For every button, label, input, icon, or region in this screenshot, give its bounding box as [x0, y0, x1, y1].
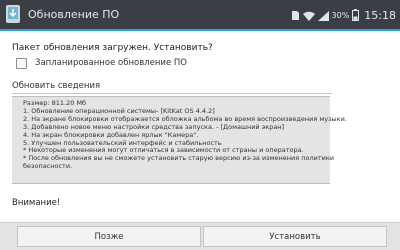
install-button[interactable]: Установить: [203, 226, 387, 247]
section-divider: [12, 93, 332, 94]
signal-icon: [317, 6, 329, 25]
title-bar: Обновление ПО 30% 15:18: [0, 0, 400, 31]
status-bar: 30% 15:18: [291, 7, 396, 23]
scheduled-update-label[interactable]: Запланированное обновление ПО: [35, 58, 187, 68]
status-clock: 15:18: [364, 8, 396, 22]
later-button[interactable]: Позже: [17, 226, 201, 247]
button-bar: Позже Установить: [0, 222, 400, 250]
update-details-title: Обновить сведения: [12, 81, 101, 91]
install-prompt: Пакет обновления загружен. Установить?: [12, 43, 213, 53]
software-update-icon: [4, 4, 22, 24]
warning-label: Внимание!: [12, 198, 61, 208]
battery-percent: 30%: [331, 10, 350, 20]
scheduled-update-checkbox[interactable]: [16, 57, 27, 69]
scheduled-update-option[interactable]: Запланированное обновление ПО: [16, 56, 187, 70]
wifi-icon: [302, 6, 315, 25]
sd-card-icon: [291, 6, 300, 25]
update-details-panel[interactable]: Размер: 811.20 Мб 1. Обновление операцио…: [12, 96, 347, 184]
detail-line: безопасности.: [23, 162, 73, 171]
battery-icon: [352, 6, 360, 25]
window-title: Обновление ПО: [28, 8, 120, 21]
